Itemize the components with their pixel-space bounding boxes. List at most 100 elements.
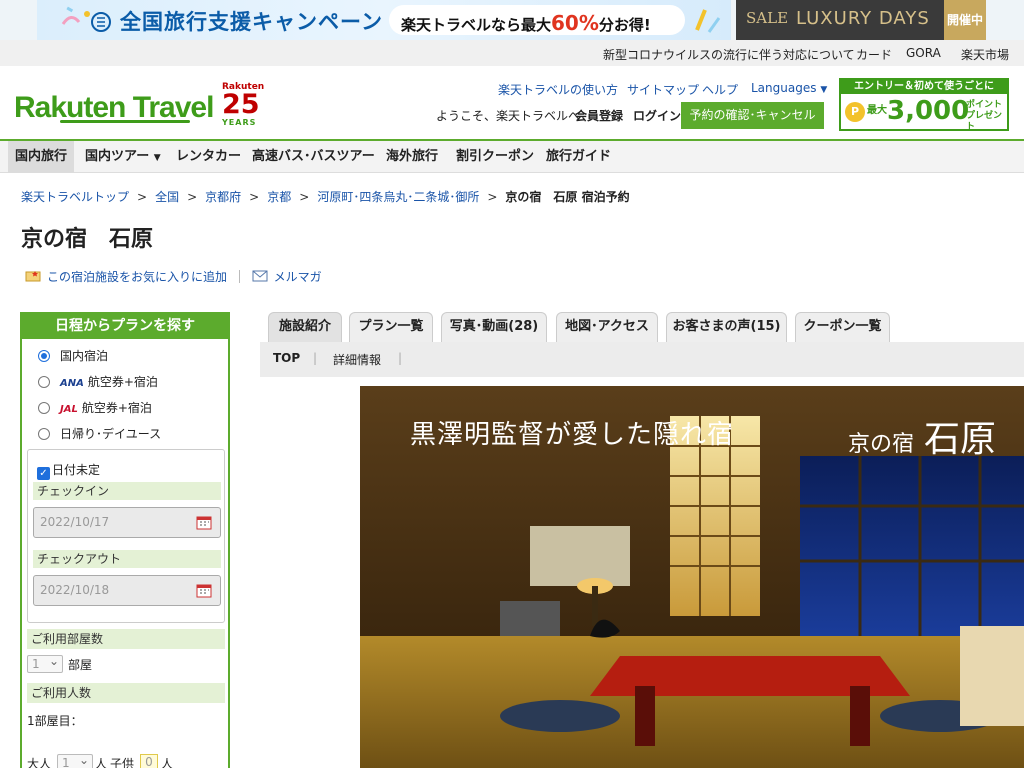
- login-link[interactable]: ログイン: [633, 107, 681, 124]
- page-title: 京の宿 石原: [21, 227, 154, 252]
- point-coin-icon: P: [845, 102, 865, 122]
- gora-link[interactable]: GORA: [906, 46, 941, 60]
- child-input[interactable]: 0: [140, 754, 158, 768]
- subtab-bar: TOP | 詳細情報 |: [260, 342, 1024, 377]
- calendar-icon[interactable]: [196, 582, 212, 598]
- covid-link[interactable]: 新型コロナウイルスの流行に伴う対応について: [603, 46, 855, 63]
- subtab-details[interactable]: 詳細情報: [333, 351, 381, 368]
- favorite-folder-icon: [25, 271, 41, 282]
- favorite-link[interactable]: この宿泊施設をお気に入りに追加: [25, 270, 231, 284]
- tab-map[interactable]: 地図･アクセス: [556, 312, 658, 342]
- confetti-icon: [61, 6, 111, 32]
- subtab-top[interactable]: TOP: [273, 351, 300, 365]
- caret-down-icon: ▼: [820, 85, 828, 95]
- nav-overseas[interactable]: 海外旅行: [379, 141, 445, 173]
- promo-point-text: ポイント プレゼント: [966, 100, 1007, 133]
- nav-tour-label: 国内ツアー: [85, 149, 150, 164]
- rooms-select[interactable]: 1: [27, 653, 63, 673]
- tab-plans[interactable]: プラン一覧: [349, 312, 433, 342]
- anniversary-badge: Rakuten 25 YEARS: [222, 82, 264, 128]
- date-undecided-checkbox[interactable]: ✓ 日付未定: [37, 461, 100, 480]
- radio-icon[interactable]: [38, 402, 50, 414]
- languages-menu[interactable]: Languages ▼: [751, 81, 827, 95]
- help-link[interactable]: ヘルプ: [702, 81, 738, 98]
- tab-coupons[interactable]: クーポン一覧: [795, 312, 890, 342]
- mailmag-link[interactable]: メルマガ: [252, 270, 322, 284]
- crumb-top[interactable]: 楽天トラベルトップ: [21, 190, 129, 204]
- nav-bus[interactable]: 高速バス･バスツアー: [245, 141, 382, 173]
- tab-photos[interactable]: 写真･動画(28): [441, 312, 547, 342]
- nav-domestic[interactable]: 国内旅行: [8, 141, 75, 173]
- howto-link[interactable]: 楽天トラベルの使い方: [498, 81, 618, 98]
- crumb-sep: >: [187, 190, 198, 204]
- hero-name-big: 石原: [924, 419, 997, 460]
- luxury-banner[interactable]: SALE LUXURY DAYS 開催中: [736, 0, 986, 40]
- utility-bar: 新型コロナウイルスの流行に伴う対応について カード GORA 楽天市場: [0, 40, 1024, 66]
- child-label: 子供: [110, 757, 135, 768]
- option-label: 航空券+宿泊: [81, 401, 152, 415]
- top-banner[interactable]: 全国旅行支援キャンペーン 楽天トラベルなら最大60%分お得! SALE LUXU…: [0, 0, 1024, 40]
- anniv-years: YEARS: [222, 118, 257, 127]
- rooms-unit: 部屋: [68, 658, 93, 672]
- option-jal[interactable]: JAL 航空券+宿泊: [38, 399, 152, 416]
- radio-selected-icon[interactable]: [38, 350, 50, 362]
- option-label: 航空券+宿泊: [87, 375, 158, 389]
- option-label: 日帰り･デイユース: [60, 427, 162, 441]
- sitemap-link[interactable]: サイトマップ: [627, 81, 699, 98]
- open-badge: 開催中: [944, 0, 986, 40]
- breadcrumb: 楽天トラベルトップ > 全国 > 京都府 > 京都 > 河原町･四条烏丸･二条城･御所 > 京の宿 …: [21, 188, 630, 205]
- nav-rentacar[interactable]: レンタカー: [169, 141, 248, 173]
- adult-select[interactable]: 1: [57, 752, 93, 768]
- check-icon[interactable]: ✓: [37, 467, 50, 480]
- hero-name-small: 京の宿: [848, 432, 915, 457]
- crumb-area[interactable]: 河原町･四条烏丸･二条城･御所: [317, 190, 479, 204]
- crumb-pref[interactable]: 京都府: [205, 190, 241, 204]
- promo-number: 3,000: [887, 96, 970, 126]
- checkin-value: 2022/10/17: [40, 515, 110, 529]
- hero-hotel-name: 京の宿 石原: [848, 410, 996, 462]
- room1-label: 1部屋目：: [27, 714, 83, 728]
- pill-prefix: 楽天トラベルなら最大: [401, 16, 552, 34]
- rooms-label: ご利用部屋数: [27, 629, 225, 649]
- promo-amount: 最大3,000: [867, 96, 969, 126]
- sale-label: SALE: [746, 9, 789, 27]
- tab-reviews[interactable]: お客さまの声(15): [666, 312, 787, 342]
- reservation-button[interactable]: 予約の確認･キャンセル: [681, 102, 824, 129]
- people-label: ご利用人数: [27, 683, 225, 703]
- nav-guide[interactable]: 旅行ガイド: [539, 141, 618, 173]
- option-domestic[interactable]: 国内宿泊: [38, 347, 108, 364]
- option-ana[interactable]: ANA 航空券+宿泊: [38, 373, 158, 390]
- crumb-current: 京の宿 石原 宿泊予約: [505, 190, 630, 204]
- nav-tour[interactable]: 国内ツアー ▼: [78, 141, 168, 173]
- nav-coupon[interactable]: 割引クーポン: [449, 141, 541, 173]
- radio-icon[interactable]: [38, 428, 50, 440]
- panel-title: 日程からプランを探す: [22, 314, 228, 339]
- promo-max: 最大: [867, 105, 887, 116]
- date-box: ✓ 日付未定 チェックイン 2022/10/17 チェックアウト 2022/10/…: [27, 449, 225, 623]
- checkin-input[interactable]: 2022/10/17: [33, 507, 221, 538]
- option-label: 国内宿泊: [60, 349, 109, 363]
- welcome-text: ようこそ、楽天トラベルへ: [436, 109, 581, 123]
- hero-caption: 黒澤明監督が愛した隠れ宿: [410, 420, 735, 450]
- promo-pt2: プレゼント: [966, 111, 1003, 132]
- option-dayuse[interactable]: 日帰り･デイユース: [38, 425, 161, 442]
- calendar-icon[interactable]: [196, 514, 212, 530]
- register-link[interactable]: 会員登録: [575, 107, 623, 124]
- pill-suffix: 分お得!: [598, 16, 651, 34]
- anniv-number: 25: [222, 89, 260, 120]
- divider: [238, 270, 240, 283]
- campaign-banner[interactable]: 全国旅行支援キャンペーン 楽天トラベルなら最大60%分お得!: [37, 0, 731, 40]
- hero-photo: 黒澤明監督が愛した隠れ宿 京の宿 石原: [360, 386, 1024, 768]
- luxury-label: LUXURY DAYS: [796, 8, 930, 29]
- checkout-value: 2022/10/18: [40, 583, 110, 597]
- caret-down-icon: ▼: [153, 153, 161, 163]
- crumb-city[interactable]: 京都: [267, 190, 291, 204]
- checkout-input[interactable]: 2022/10/18: [33, 575, 221, 606]
- tab-overview[interactable]: 施設紹介: [268, 312, 342, 342]
- ichiba-link[interactable]: 楽天市場: [961, 46, 1009, 63]
- points-promo[interactable]: エントリー＆初めて使うごとに P 最大3,000 ポイント プレゼント: [839, 78, 1009, 133]
- card-link[interactable]: カード: [856, 46, 892, 63]
- radio-icon[interactable]: [38, 376, 50, 388]
- mailmag-label: メルマガ: [273, 270, 322, 284]
- crumb-all[interactable]: 全国: [155, 190, 179, 204]
